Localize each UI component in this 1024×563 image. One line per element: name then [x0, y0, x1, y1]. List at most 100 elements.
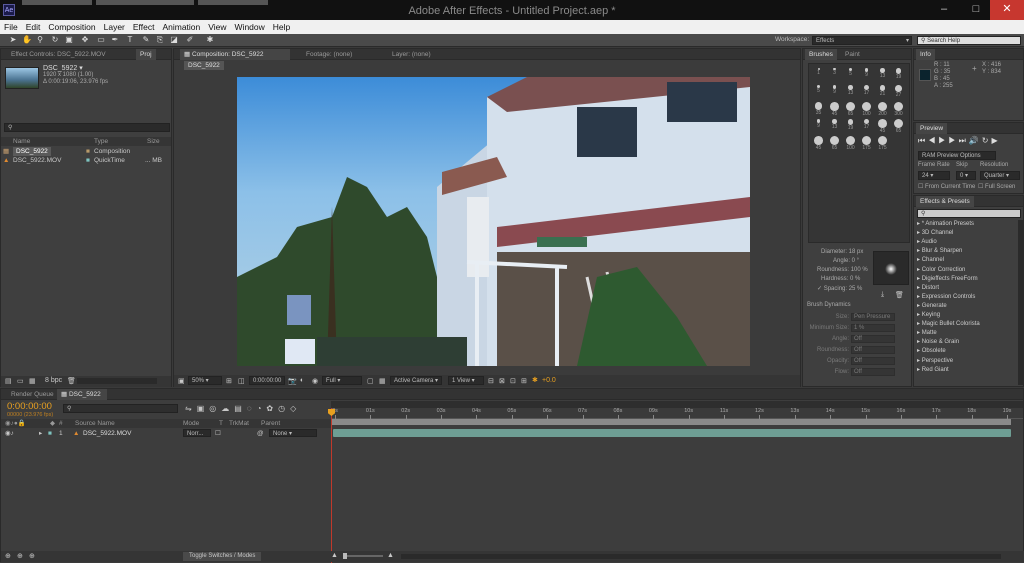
- full-screen-checkbox[interactable]: ☐ Full Screen: [978, 183, 1015, 190]
- layer-mode-select[interactable]: Norr...: [183, 429, 211, 437]
- menu-file[interactable]: File: [0, 20, 22, 32]
- zoom-tool-icon[interactable]: ⚲: [35, 35, 45, 45]
- work-area-range[interactable]: [331, 419, 1011, 425]
- search-help-input[interactable]: ⚲ Search Help: [917, 36, 1021, 45]
- graph-editor-icon[interactable]: ◔: [257, 404, 267, 413]
- exposure-value[interactable]: +0.0: [542, 377, 556, 384]
- from-current-time-checkbox[interactable]: ☐ From Current Time: [918, 183, 975, 190]
- expand-icon[interactable]: ▸: [39, 429, 42, 438]
- brush-tip[interactable]: 65: [827, 134, 842, 151]
- auto-keyframe-icon[interactable]: ◇: [290, 404, 301, 413]
- brush-dynamics-select[interactable]: Pen Pressure: [851, 313, 895, 321]
- frame-rate-select[interactable]: 24 ▾: [918, 171, 950, 180]
- hand-tool-icon[interactable]: ✋: [22, 35, 32, 45]
- column-mode[interactable]: Mode: [183, 419, 199, 428]
- tab-info[interactable]: Info: [916, 49, 935, 60]
- grid-icon[interactable]: ⊞: [226, 377, 232, 385]
- effects-category[interactable]: ▸ Obsolete: [917, 347, 946, 356]
- brush-save-icon[interactable]: ⤓: [881, 291, 884, 299]
- frame-blending-icon[interactable]: ▤: [234, 404, 247, 413]
- column-size[interactable]: Size: [147, 137, 160, 146]
- new-folder-icon[interactable]: ▭: [17, 377, 24, 385]
- timeline-icon[interactable]: ⊡: [510, 377, 516, 385]
- loop-icon[interactable]: ↻: [982, 136, 992, 145]
- show-snapshot-icon[interactable]: ◐: [300, 377, 304, 384]
- selection-tool-icon[interactable]: ➤: [8, 35, 18, 45]
- effects-category[interactable]: ▸ Channel: [917, 256, 944, 265]
- effects-category[interactable]: ▸ Audio: [917, 238, 937, 247]
- resolution-select[interactable]: Quarter ▾: [980, 171, 1020, 180]
- time-ruler[interactable]: 0s 01s 02s 03s 04s 05s 06s 07s 08s 09s 10s 11s 12s 13…: [331, 408, 1023, 419]
- brush-dynamics-select[interactable]: Off: [851, 368, 895, 376]
- minimize-button[interactable]: –: [928, 0, 960, 20]
- brush-tip[interactable]: 100: [859, 100, 874, 117]
- brush-tip[interactable]: 9: [859, 66, 874, 82]
- camera-select[interactable]: Active Camera ▾: [390, 376, 442, 385]
- layer-duration-bar[interactable]: [333, 429, 1011, 437]
- close-button[interactable]: ✕: [990, 0, 1024, 20]
- column-parent[interactable]: Parent: [261, 419, 280, 428]
- brush-tip[interactable]: 175: [859, 134, 874, 151]
- brush-tip[interactable]: 27: [891, 83, 906, 99]
- brush-tip[interactable]: 21: [875, 83, 890, 99]
- parent-pickwhip-icon[interactable]: @: [257, 429, 264, 438]
- views-select[interactable]: 1 View ▾: [448, 376, 484, 385]
- menu-edit[interactable]: Edit: [22, 20, 45, 32]
- clone-stamp-tool-icon[interactable]: ⎘: [155, 35, 165, 45]
- pen-tool-icon[interactable]: ✒: [110, 35, 120, 45]
- brush-tip[interactable]: 35: [811, 100, 826, 116]
- tab-project[interactable]: Proj: [136, 49, 156, 60]
- brush-tip[interactable]: 5: [843, 66, 858, 82]
- tab-footage[interactable]: Footage: (none): [302, 49, 356, 60]
- effects-category[interactable]: ▸ Magic Bullet Colorista: [917, 320, 980, 329]
- menu-layer[interactable]: Layer: [100, 20, 129, 32]
- pan-behind-tool-icon[interactable]: ✥: [80, 35, 90, 45]
- brush-tip[interactable]: 65: [891, 117, 906, 134]
- brush-tip[interactable]: 300: [891, 100, 906, 117]
- project-search-input[interactable]: ⚲: [4, 123, 170, 132]
- column-name[interactable]: Name: [13, 137, 30, 146]
- layer-parent-select[interactable]: None ▾: [269, 429, 317, 437]
- motion-blur-icon[interactable]: ◌: [247, 404, 257, 413]
- project-item-name[interactable]: DSC_5922 ▾: [43, 64, 83, 72]
- video-switch-icon[interactable]: ◉♪: [5, 429, 14, 438]
- workspace-select[interactable]: Effects ▾: [812, 36, 912, 45]
- always-preview-icon[interactable]: ▣: [178, 377, 185, 385]
- brush-tip[interactable]: 13: [875, 66, 890, 82]
- column-t[interactable]: T: [219, 419, 223, 428]
- roto-brush-tool-icon[interactable]: ✐: [185, 35, 195, 45]
- brush-tip[interactable]: 175: [875, 134, 890, 151]
- effects-category[interactable]: ▸ 3D Channel: [917, 229, 953, 238]
- transparency-grid-icon[interactable]: ▦: [379, 377, 386, 385]
- preview-mode-select[interactable]: RAM Preview Options: [918, 151, 996, 160]
- eraser-tool-icon[interactable]: ◪: [169, 35, 179, 45]
- brush-tip[interactable]: 5: [811, 83, 826, 99]
- brush-tip[interactable]: 45: [811, 134, 826, 151]
- puppet-tool-icon[interactable]: ✱: [205, 35, 215, 45]
- menu-window[interactable]: Window: [231, 20, 269, 32]
- column-type[interactable]: Type: [94, 137, 108, 146]
- effects-category[interactable]: ▸ Perspective: [917, 357, 953, 366]
- label-color-swatch[interactable]: ■: [48, 429, 52, 438]
- project-scrollbar[interactable]: [77, 378, 157, 384]
- tab-effects-presets[interactable]: Effects & Presets: [916, 196, 974, 207]
- first-frame-icon[interactable]: ⏮: [918, 136, 928, 145]
- exposure-icon[interactable]: ✱: [532, 376, 538, 384]
- effects-category[interactable]: ▸ Digieffects FreeForm: [917, 275, 978, 284]
- project-bpc[interactable]: 8 bpc: [45, 377, 62, 384]
- rotate-tool-icon[interactable]: ↻: [50, 35, 60, 45]
- brush-angle[interactable]: Angle: 0 °: [833, 258, 859, 264]
- mask-visibility-icon[interactable]: ◫: [238, 377, 245, 385]
- brush-hardness[interactable]: Hardness: 0 %: [821, 276, 860, 282]
- brush-tips-grid[interactable]: 1 3 5 9 13 19 5 9 13 17 21 27 35 45 65 100 200 300 9 13 19 17…: [808, 63, 910, 243]
- expand-layer-switches-icon[interactable]: ⊕: [5, 552, 11, 560]
- brush-tip[interactable]: 1: [811, 66, 826, 82]
- timeline-search-input[interactable]: ⚲: [63, 404, 178, 413]
- ram-preview-icon[interactable]: ▶: [992, 136, 1001, 145]
- trash-icon[interactable]: 🗑: [67, 377, 76, 385]
- snapshot-icon[interactable]: 📷: [288, 377, 297, 385]
- effects-search-input[interactable]: ⚲: [917, 209, 1021, 218]
- effects-category[interactable]: ▸ Generate: [917, 302, 947, 311]
- menu-help[interactable]: Help: [269, 20, 294, 32]
- table-row[interactable]: ◉♪ ▸ ■ 1 ▲ DSC_5922.MOV Norr... ☐ @ None…: [1, 429, 331, 438]
